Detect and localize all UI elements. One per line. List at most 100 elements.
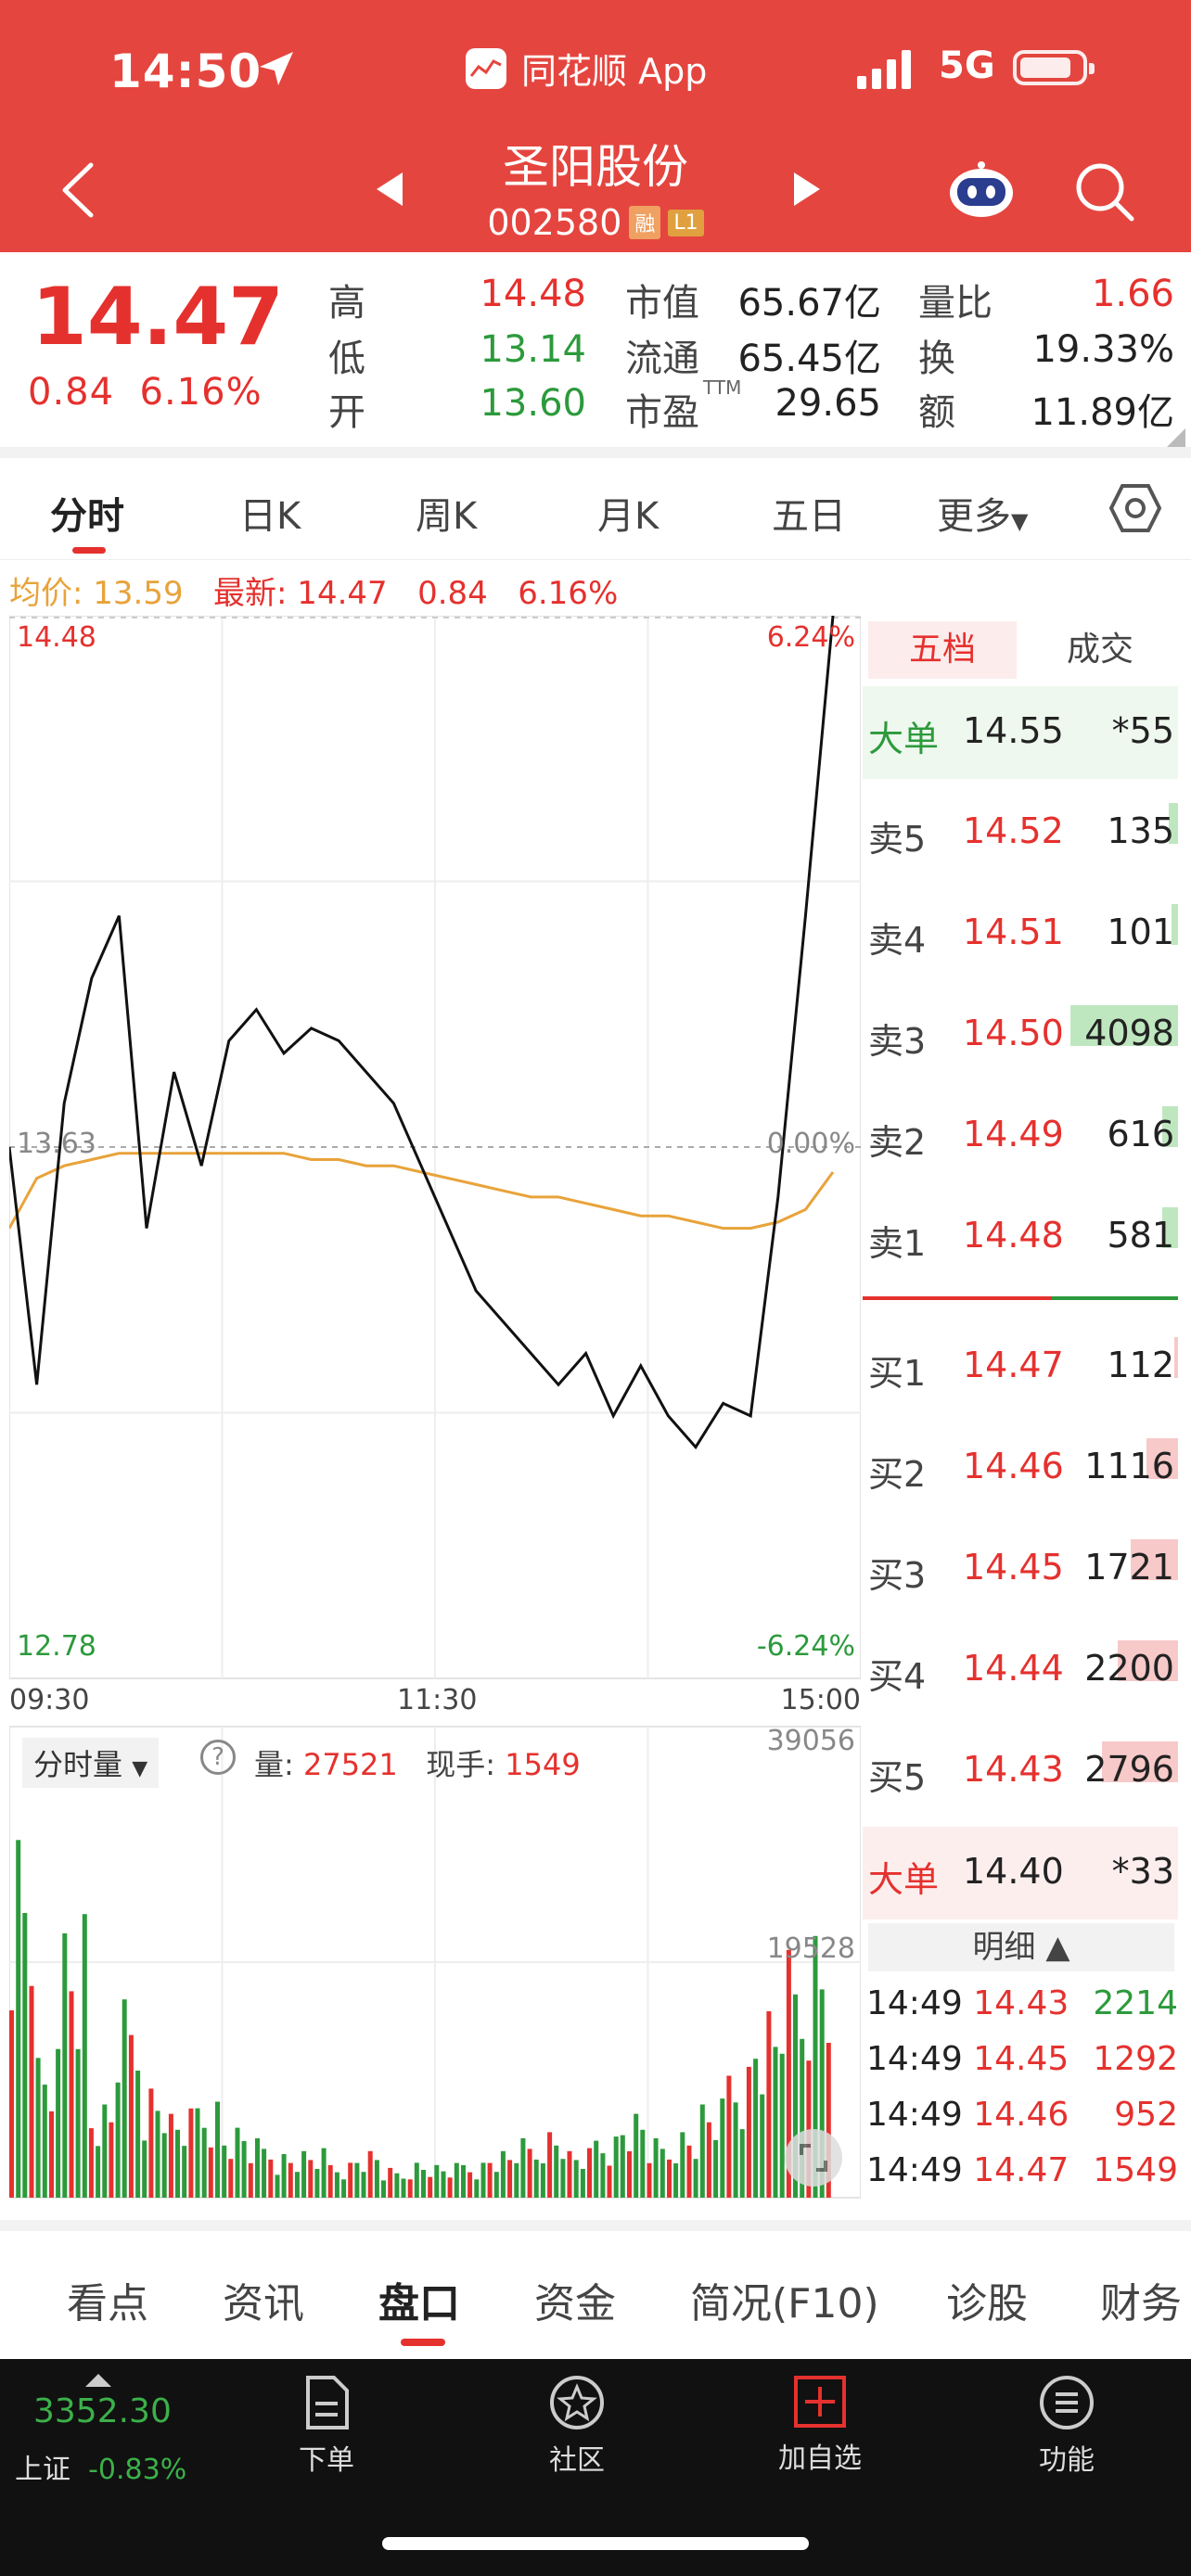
- trade-volume: 952: [1114, 2096, 1178, 2134]
- trade-time: 14:49: [866, 2040, 963, 2078]
- level-price: 14.52: [963, 810, 1064, 851]
- robot-assistant-icon[interactable]: [946, 159, 1017, 219]
- volume-bar: [275, 2174, 280, 2198]
- index-line[interactable]: 上证 -0.83%: [15, 2446, 186, 2487]
- tab-monthly-k[interactable]: 月K: [597, 486, 659, 540]
- next-stock-icon[interactable]: [790, 171, 824, 208]
- order-book-row[interactable]: 买5 14.43 2796: [863, 1725, 1178, 1817]
- expand-corner-icon[interactable]: [1167, 428, 1185, 447]
- dock-order-button[interactable]: 下单: [252, 2374, 401, 2478]
- tab-more[interactable]: 更多▼: [937, 486, 1028, 540]
- order-book-row[interactable]: 买3 14.45 1721: [863, 1523, 1178, 1615]
- quote-label: 低: [328, 338, 365, 380]
- tab-finance[interactable]: 财务: [1100, 2270, 1182, 2329]
- volume-bar: [241, 2141, 247, 2198]
- y-mid-label: 13.63: [17, 1128, 96, 1160]
- level-price: 14.51: [963, 912, 1064, 952]
- avg-price: 均价: 13.59: [9, 575, 184, 612]
- level-price: 14.45: [963, 1547, 1064, 1588]
- volume-bar: [720, 2098, 725, 2198]
- dock-function-button[interactable]: 功能: [992, 2374, 1141, 2478]
- margin-tag: 融: [629, 206, 661, 239]
- order-book-row[interactable]: 大单 14.55 *55: [863, 686, 1178, 779]
- x-label-close: 15:00: [780, 1684, 861, 1716]
- tab-weekly-k[interactable]: 周K: [416, 486, 477, 540]
- order-book-row[interactable]: 卖1 14.48 581: [863, 1191, 1178, 1283]
- volume-bar: [354, 2162, 360, 2198]
- index-value[interactable]: 3352.30: [33, 2392, 172, 2430]
- level-price: 14.40: [963, 1851, 1064, 1892]
- chart-tabs: 分时 日K 周K 月K 五日 更多▼: [0, 458, 1191, 560]
- volume-bar: [620, 2135, 625, 2198]
- fullscreen-icon[interactable]: [785, 2129, 842, 2187]
- volume-bar: [647, 2162, 652, 2198]
- order-book-row[interactable]: 卖5 14.52 135: [863, 786, 1178, 879]
- trade-volume: 2214: [1093, 1984, 1178, 2022]
- volume-bar: [321, 2148, 327, 2198]
- order-book-row[interactable]: 卖4 14.51 101: [863, 887, 1178, 980]
- volume-bar: [560, 2159, 566, 2198]
- dock-community-button[interactable]: 社区: [503, 2374, 651, 2478]
- tab-news[interactable]: 资讯: [223, 2270, 304, 2329]
- dock-add-watchlist-button[interactable]: 加自选: [746, 2374, 894, 2476]
- volume-bar: [35, 2058, 41, 2198]
- help-icon[interactable]: ?: [200, 1740, 236, 1775]
- level-volume: 616: [1107, 1114, 1174, 1154]
- volume-bar: [414, 2162, 419, 2198]
- order-book-row[interactable]: 买1 14.47 112: [863, 1320, 1178, 1413]
- trade-detail-header[interactable]: 明细 ▲: [868, 1923, 1174, 1971]
- volume-bar: [161, 2133, 167, 2198]
- volume-bar: [255, 2137, 260, 2198]
- volume-bar: [235, 2127, 240, 2198]
- tab-daily-k[interactable]: 日K: [239, 486, 301, 540]
- search-icon[interactable]: [1072, 159, 1137, 224]
- volume-bar: [348, 2162, 353, 2198]
- volume-bar: [467, 2172, 473, 2198]
- average-price-row: 均价: 13.59 最新: 14.47 0.84 6.16%: [9, 567, 618, 613]
- quote-value: 13.14: [480, 328, 586, 371]
- app-badge[interactable]: 同花顺 App: [466, 43, 707, 94]
- volume-bar: [607, 2165, 612, 2198]
- level-volume: 2200: [1084, 1648, 1174, 1689]
- volume-bar: [314, 2169, 320, 2198]
- volume-bar: [96, 2146, 101, 2198]
- settings-hexagon-icon[interactable]: [1109, 482, 1161, 534]
- volume-bar: [82, 1914, 87, 2198]
- tab-profile[interactable]: 简况(F10): [690, 2270, 879, 2329]
- volume-bar: [587, 2148, 592, 2198]
- volume-bar: [388, 2167, 393, 2198]
- tab-five-day[interactable]: 五日: [772, 486, 846, 540]
- volume-bar: [222, 2145, 227, 2198]
- quote-value: 65.67亿: [737, 282, 881, 325]
- trade-price: 14.45: [973, 2040, 1069, 2078]
- expand-up-icon[interactable]: [83, 2372, 113, 2389]
- order-book-row[interactable]: 卖2 14.49 616: [863, 1090, 1178, 1182]
- volume-bar: [520, 2137, 526, 2198]
- spread-divider: [863, 1296, 1178, 1300]
- tab-order-book[interactable]: 盘口: [378, 2270, 460, 2329]
- y-top-label: 14.48: [17, 621, 96, 654]
- level-price: 14.48: [963, 1215, 1064, 1256]
- volume-bar: [56, 2048, 61, 2198]
- order-book-row[interactable]: 大单 14.40 *33: [863, 1827, 1178, 1919]
- signal-icon: [857, 48, 911, 89]
- tab-funds[interactable]: 资金: [534, 2270, 616, 2329]
- order-book-row[interactable]: 买2 14.46 1116: [863, 1422, 1178, 1514]
- order-book-row[interactable]: 卖3 14.50 4098: [863, 988, 1178, 1081]
- volume-bar: [500, 2150, 506, 2198]
- latest-price: 最新: 14.47: [213, 575, 388, 612]
- volume-bar: [493, 2172, 499, 2198]
- quote-value: 11.89亿: [1031, 391, 1174, 434]
- volume-bar: [341, 2179, 347, 2198]
- tab-trades[interactable]: 成交: [1026, 621, 1174, 679]
- order-book-row[interactable]: 买4 14.44 2200: [863, 1624, 1178, 1716]
- tab-five-level[interactable]: 五档: [868, 621, 1017, 679]
- intraday-chart[interactable]: 14.48 13.63 12.78 6.24% 0.00% -6.24% 09:…: [7, 615, 862, 2199]
- volume-type-select[interactable]: 分时量 ▼: [22, 1738, 160, 1788]
- tab-diagnose[interactable]: 诊股: [946, 2270, 1028, 2329]
- volume-bar: [301, 2150, 307, 2198]
- trade-time: 14:49: [866, 2096, 963, 2134]
- tab-intraday[interactable]: 分时: [50, 486, 124, 540]
- tab-highlights[interactable]: 看点: [67, 2270, 148, 2329]
- divider: [0, 2220, 1191, 2231]
